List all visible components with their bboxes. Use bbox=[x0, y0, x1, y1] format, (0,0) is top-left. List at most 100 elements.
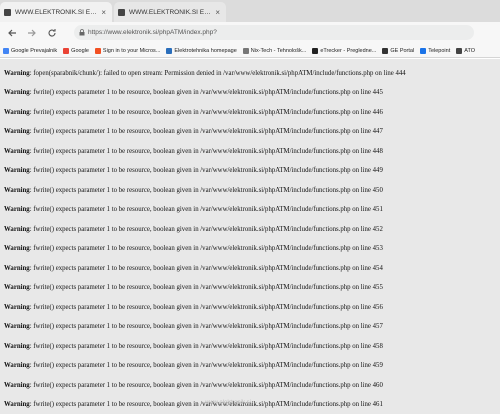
php-warning-fwrite: Warning: fwrite() expects parameter 1 to… bbox=[4, 343, 383, 350]
php-warning-fwrite: Warning: fwrite() expects parameter 1 to… bbox=[4, 89, 383, 96]
warning-message: : fwrite() expects parameter 1 to be res… bbox=[29, 264, 373, 272]
address-bar[interactable]: https://www.elektronik.si/phpATM/index.p… bbox=[74, 25, 474, 40]
warning-message: : fwrite() expects parameter 1 to be res… bbox=[29, 186, 373, 194]
tab-title: WWW.ELEKTRONIK.SI Elektronika ... bbox=[129, 8, 211, 16]
php-warning-fwrite: Warning: fwrite() expects parameter 1 to… bbox=[4, 148, 383, 155]
bookmark-microsoft-signin[interactable]: Sign in to your Micros... bbox=[94, 47, 161, 54]
page-content: Warning: fopen(sparabnik/chunk/): failed… bbox=[0, 59, 500, 414]
warning-label: Warning bbox=[4, 284, 30, 291]
php-warning-fwrite: Warning: fwrite() expects parameter 1 to… bbox=[4, 245, 383, 252]
bookmark-etrecker[interactable]: eTrecker - Pregledne... bbox=[312, 47, 377, 54]
watermark: www.elektronik.si bbox=[205, 400, 252, 406]
bookmark-google[interactable]: Google bbox=[63, 47, 89, 54]
warning-label: Warning bbox=[4, 167, 30, 174]
warning-line-number: 458 bbox=[372, 342, 383, 350]
warning-message: : fwrite() expects parameter 1 to be res… bbox=[29, 206, 373, 213]
bookmark-icon bbox=[456, 47, 463, 54]
bookmark-elektrotehnika[interactable]: Elektrotehnika homepage bbox=[166, 47, 237, 54]
php-warning-fwrite: Warning: fwrite() expects parameter 1 to… bbox=[4, 128, 383, 135]
forward-button[interactable] bbox=[24, 25, 40, 41]
warning-label: Warning bbox=[4, 245, 30, 252]
warning-message: : fopen(sparabnik/chunk/): failed to ope… bbox=[29, 70, 406, 77]
bookmark-icon bbox=[94, 47, 101, 54]
browser-tab[interactable]: WWW.ELEKTRONIK.SI Elektronika ... × bbox=[114, 2, 226, 22]
php-warning-fwrite: Warning: fwrite() expects parameter 1 to… bbox=[4, 382, 383, 389]
warning-line-number: 447 bbox=[372, 128, 383, 135]
warning-line-number: 445 bbox=[372, 89, 383, 96]
warning-label: Warning bbox=[4, 362, 30, 369]
warning-message: : fwrite() expects parameter 1 to be res… bbox=[29, 323, 373, 330]
warning-label: Warning bbox=[4, 303, 30, 311]
bookmark-icon bbox=[63, 47, 70, 54]
bookmark-telepoint[interactable]: Telepoint bbox=[420, 47, 450, 54]
bookmark-label: Sign in to your Micros... bbox=[102, 47, 161, 54]
php-warning-fwrite: Warning: fwrite() expects parameter 1 to… bbox=[4, 206, 383, 213]
warning-message: : fwrite() expects parameter 1 to be res… bbox=[29, 245, 373, 252]
forward-arrow-icon bbox=[28, 29, 36, 37]
warning-line-number: 457 bbox=[372, 323, 383, 330]
warning-line-number: 456 bbox=[372, 303, 383, 311]
php-warning-fwrite: Warning: fwrite() expects parameter 1 to… bbox=[4, 323, 383, 330]
php-warning-fwrite: Warning: fwrite() expects parameter 1 to… bbox=[4, 362, 383, 369]
warning-label: Warning bbox=[4, 206, 30, 213]
php-warning-fwrite: Warning: fwrite() expects parameter 1 to… bbox=[4, 167, 383, 174]
warning-label: Warning bbox=[4, 147, 30, 155]
bookmark-icon bbox=[166, 47, 173, 54]
warning-message: : fwrite() expects parameter 1 to be res… bbox=[29, 303, 373, 311]
warning-label: Warning bbox=[4, 264, 30, 272]
warning-message: : fwrite() expects parameter 1 to be res… bbox=[29, 225, 373, 233]
warning-line-number: 455 bbox=[372, 284, 383, 291]
close-icon[interactable]: × bbox=[101, 8, 106, 17]
bookmark-ge-portal[interactable]: GE Portal bbox=[382, 47, 415, 54]
site-favicon-icon bbox=[4, 8, 11, 16]
warning-label: Warning bbox=[4, 381, 30, 389]
warning-line-number: 461 bbox=[372, 401, 383, 408]
warning-message: : fwrite() expects parameter 1 to be res… bbox=[29, 108, 373, 116]
php-warning-fwrite: Warning: fwrite() expects parameter 1 to… bbox=[4, 284, 383, 291]
lock-icon bbox=[78, 29, 85, 36]
warning-label: Warning bbox=[4, 89, 30, 96]
php-warning-fwrite: Warning: fwrite() expects parameter 1 to… bbox=[4, 401, 383, 408]
warning-line-number: 451 bbox=[372, 206, 383, 213]
bookmark-google-prevajalnik[interactable]: Google Prevajalnik bbox=[3, 47, 58, 54]
warning-line-number: 454 bbox=[372, 264, 383, 272]
back-arrow-icon bbox=[8, 29, 16, 37]
warning-line-number: 446 bbox=[372, 108, 383, 116]
warning-label: Warning bbox=[4, 401, 30, 408]
bookmark-nix-tech[interactable]: Nix-Tech - Tehnološk... bbox=[242, 47, 307, 54]
warning-label: Warning bbox=[4, 70, 30, 77]
warning-line-number: 449 bbox=[372, 167, 383, 174]
reload-button[interactable] bbox=[44, 25, 60, 41]
warning-message: : fwrite() expects parameter 1 to be res… bbox=[29, 89, 373, 96]
warning-message: : fwrite() expects parameter 1 to be res… bbox=[29, 167, 373, 174]
back-button[interactable] bbox=[4, 25, 20, 41]
tab-title: WWW.ELEKTRONIK.SI Elektronika ... bbox=[15, 8, 97, 16]
bookmark-label: Google Prevajalnik bbox=[11, 47, 58, 54]
bookmark-label: Nix-Tech - Tehnološk... bbox=[250, 47, 307, 54]
site-favicon-icon bbox=[118, 8, 125, 16]
bookmarks-bar: Google Prevajalnik Google Sign in to you… bbox=[0, 44, 500, 58]
browser-tab[interactable]: WWW.ELEKTRONIK.SI Elektronika ... × bbox=[0, 2, 112, 22]
bookmark-label: ATO bbox=[464, 47, 476, 54]
close-icon[interactable]: × bbox=[215, 8, 220, 17]
warning-message: : fwrite() expects parameter 1 to be res… bbox=[29, 128, 373, 135]
bookmark-label: Google bbox=[71, 47, 89, 54]
warning-line-number: 459 bbox=[372, 362, 383, 369]
bookmark-label: GE Portal bbox=[390, 47, 415, 54]
warning-message: : fwrite() expects parameter 1 to be res… bbox=[29, 381, 373, 389]
warning-message: : fwrite() expects parameter 1 to be res… bbox=[29, 342, 373, 350]
bookmark-ato[interactable]: ATO bbox=[456, 47, 476, 54]
warning-label: Warning bbox=[4, 225, 30, 233]
php-warning-fwrite: Warning: fwrite() expects parameter 1 to… bbox=[4, 265, 383, 272]
warning-line-number: 453 bbox=[372, 245, 383, 252]
bookmark-icon bbox=[3, 47, 9, 54]
bookmark-label: eTrecker - Pregledne... bbox=[320, 47, 377, 54]
warning-label: Warning bbox=[4, 108, 30, 116]
php-warning-fwrite: Warning: fwrite() expects parameter 1 to… bbox=[4, 226, 383, 233]
bookmark-label: Elektrotehnika homepage bbox=[174, 47, 237, 54]
bookmark-icon bbox=[312, 47, 319, 54]
bookmark-icon bbox=[382, 47, 389, 54]
php-warning-fwrite: Warning: fwrite() expects parameter 1 to… bbox=[4, 187, 383, 194]
warning-line-number: 450 bbox=[372, 186, 383, 194]
reload-icon bbox=[48, 29, 56, 37]
